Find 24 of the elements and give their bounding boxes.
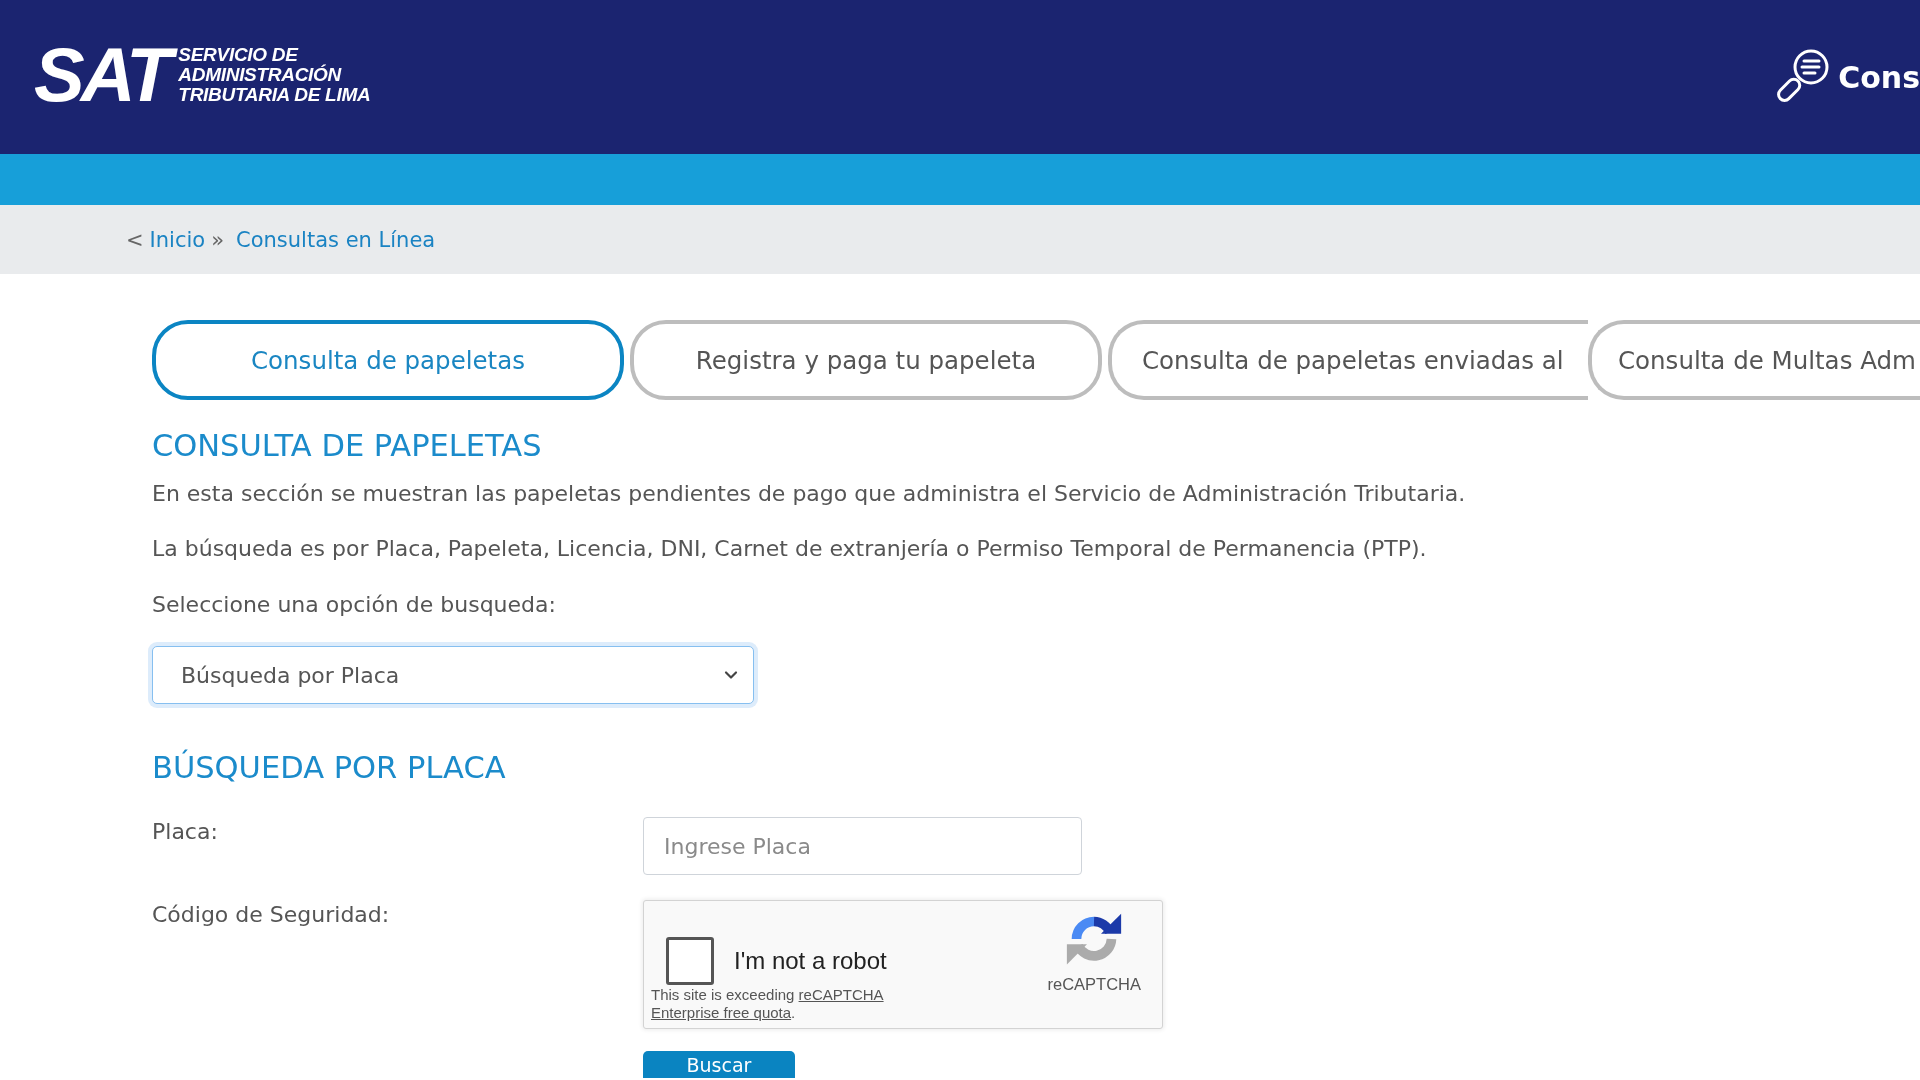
tab[interactable]: Consulta de papeletas [152, 320, 624, 400]
captcha-checkbox[interactable] [666, 937, 714, 985]
recaptcha-brand-text: reCAPTCHA [1047, 975, 1141, 994]
intro-paragraph: La búsqueda es por Placa, Papeleta, Licencia, DNI, Carnet de extranjería o Permiso Temporal de Permanencia (PTP). [152, 535, 1428, 563]
search-option-select[interactable]: Búsqueda por Placa [152, 646, 754, 704]
header-menu-link[interactable]: Cons [1838, 59, 1920, 95]
section-title: CONSULTA DE PAPELETAS [152, 428, 543, 464]
intro-paragraph: En esta sección se muestran las papeletas pendientes de pago que administra el Servicio de Administración Tributaria. [152, 480, 1467, 508]
breadcrumb-back-mark: < [126, 227, 144, 252]
tab[interactable]: Consulta de papeletas enviadas al [1108, 320, 1588, 400]
field-label: Código de Seguridad: [152, 901, 390, 929]
tab[interactable]: Registra y paga tu papeleta [630, 320, 1102, 400]
logo-subtitle: SERVICIO DE ADMINISTRACIÓN TRIBUTARIA DE LIMA [178, 45, 372, 105]
breadcrumb-separator: » [211, 227, 225, 252]
tab[interactable]: Consulta de Multas Adm [1588, 320, 1920, 400]
search-button[interactable]: Buscar [643, 1051, 795, 1078]
placa-input-field[interactable]: Ingrese Placa [643, 817, 1082, 875]
quota-link[interactable]: reCAPTCHA [798, 986, 884, 1003]
recaptcha-logo-icon [1066, 911, 1123, 967]
field-label: Placa: [152, 818, 218, 846]
quota-notice: This site is exceeding reCAPTCHA Enterprise free quota. [651, 986, 885, 1022]
select-label: Seleccione una opción de busqueda: [152, 591, 557, 619]
captcha-label: I'm not a robot [734, 947, 887, 975]
form-title: BÚSQUEDA POR PLACA [152, 750, 507, 786]
